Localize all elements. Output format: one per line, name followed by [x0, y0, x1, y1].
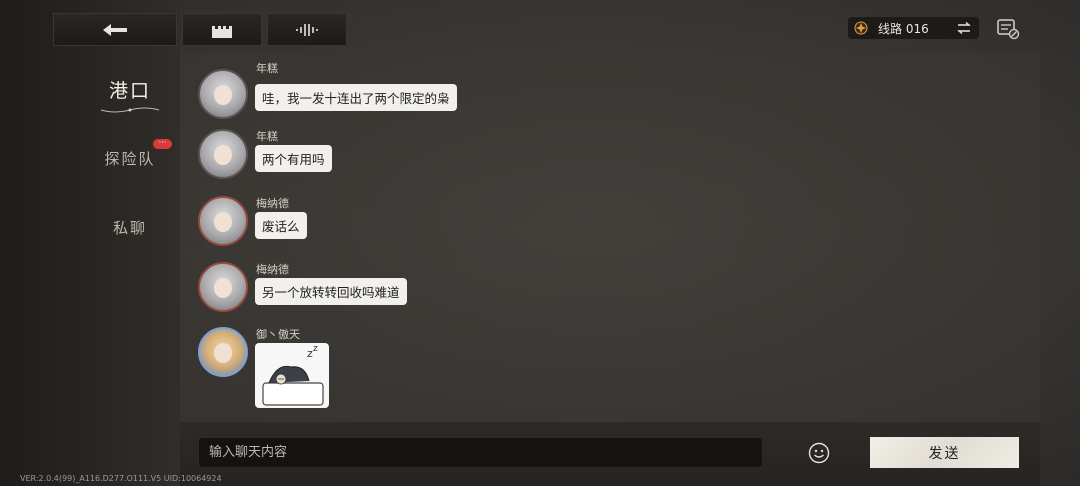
ornament-icon [100, 107, 160, 113]
soundwave-icon [296, 23, 318, 36]
chat-message-list[interactable]: 年糕 哇，我一发十连出了两个限定的枭 年糕 两个有用吗 梅纳德 废话么 梅纳德 … [180, 52, 1040, 422]
smiley-icon[interactable] [808, 442, 830, 464]
svg-text:z: z [313, 344, 318, 354]
channel-sidebar [0, 0, 180, 486]
castle-icon [212, 25, 232, 38]
sidebar-item-private-chat[interactable]: 私聊 [70, 217, 190, 238]
voice-button[interactable] [267, 13, 347, 46]
sidebar-item-label: 港口 [108, 80, 151, 102]
avatar[interactable] [198, 196, 248, 246]
back-button[interactable] [53, 13, 177, 46]
message-bubble: 另一个放转转回收吗难道 [255, 278, 407, 305]
route-label: 线路 016 [878, 21, 929, 36]
sender-name: 梅纳德 [256, 263, 289, 276]
sender-name: 御丶傲天 [256, 328, 300, 341]
back-arrow-icon [103, 23, 127, 36]
avatar[interactable] [198, 69, 248, 119]
sidebar-item-label: 探险队 [104, 150, 156, 168]
sidebar-item-harbor[interactable]: 港口 [70, 76, 190, 115]
chat-settings-icon[interactable] [996, 18, 1020, 40]
avatar[interactable] [198, 262, 248, 312]
swap-icon[interactable] [957, 22, 971, 34]
sidebar-item-label: 私聊 [112, 219, 147, 237]
sender-name: 梅纳德 [256, 197, 289, 210]
sleeping-character-sticker-icon: z z [262, 344, 324, 406]
sidebar-item-expedition[interactable]: 探险队 [70, 148, 190, 169]
castle-button[interactable] [182, 13, 262, 46]
chat-input[interactable] [198, 437, 763, 468]
message-bubble: 废话么 [255, 212, 307, 239]
sender-name: 年糕 [256, 62, 278, 75]
sticker-image[interactable]: z z [255, 343, 329, 408]
send-button[interactable]: 发送 [870, 437, 1019, 468]
message-bubble: 哇，我一发十连出了两个限定的枭 [255, 84, 457, 111]
gem-icon [854, 21, 868, 35]
route-selector[interactable]: 线路 016 [848, 17, 979, 39]
notification-badge: ··· [153, 139, 172, 149]
avatar[interactable] [198, 327, 248, 377]
version-info: VER:2.0.4(99)_A116.D277.O111.V5 UID:1006… [20, 474, 222, 483]
avatar[interactable] [198, 129, 248, 179]
message-bubble: 两个有用吗 [255, 145, 332, 172]
sender-name: 年糕 [256, 130, 278, 143]
